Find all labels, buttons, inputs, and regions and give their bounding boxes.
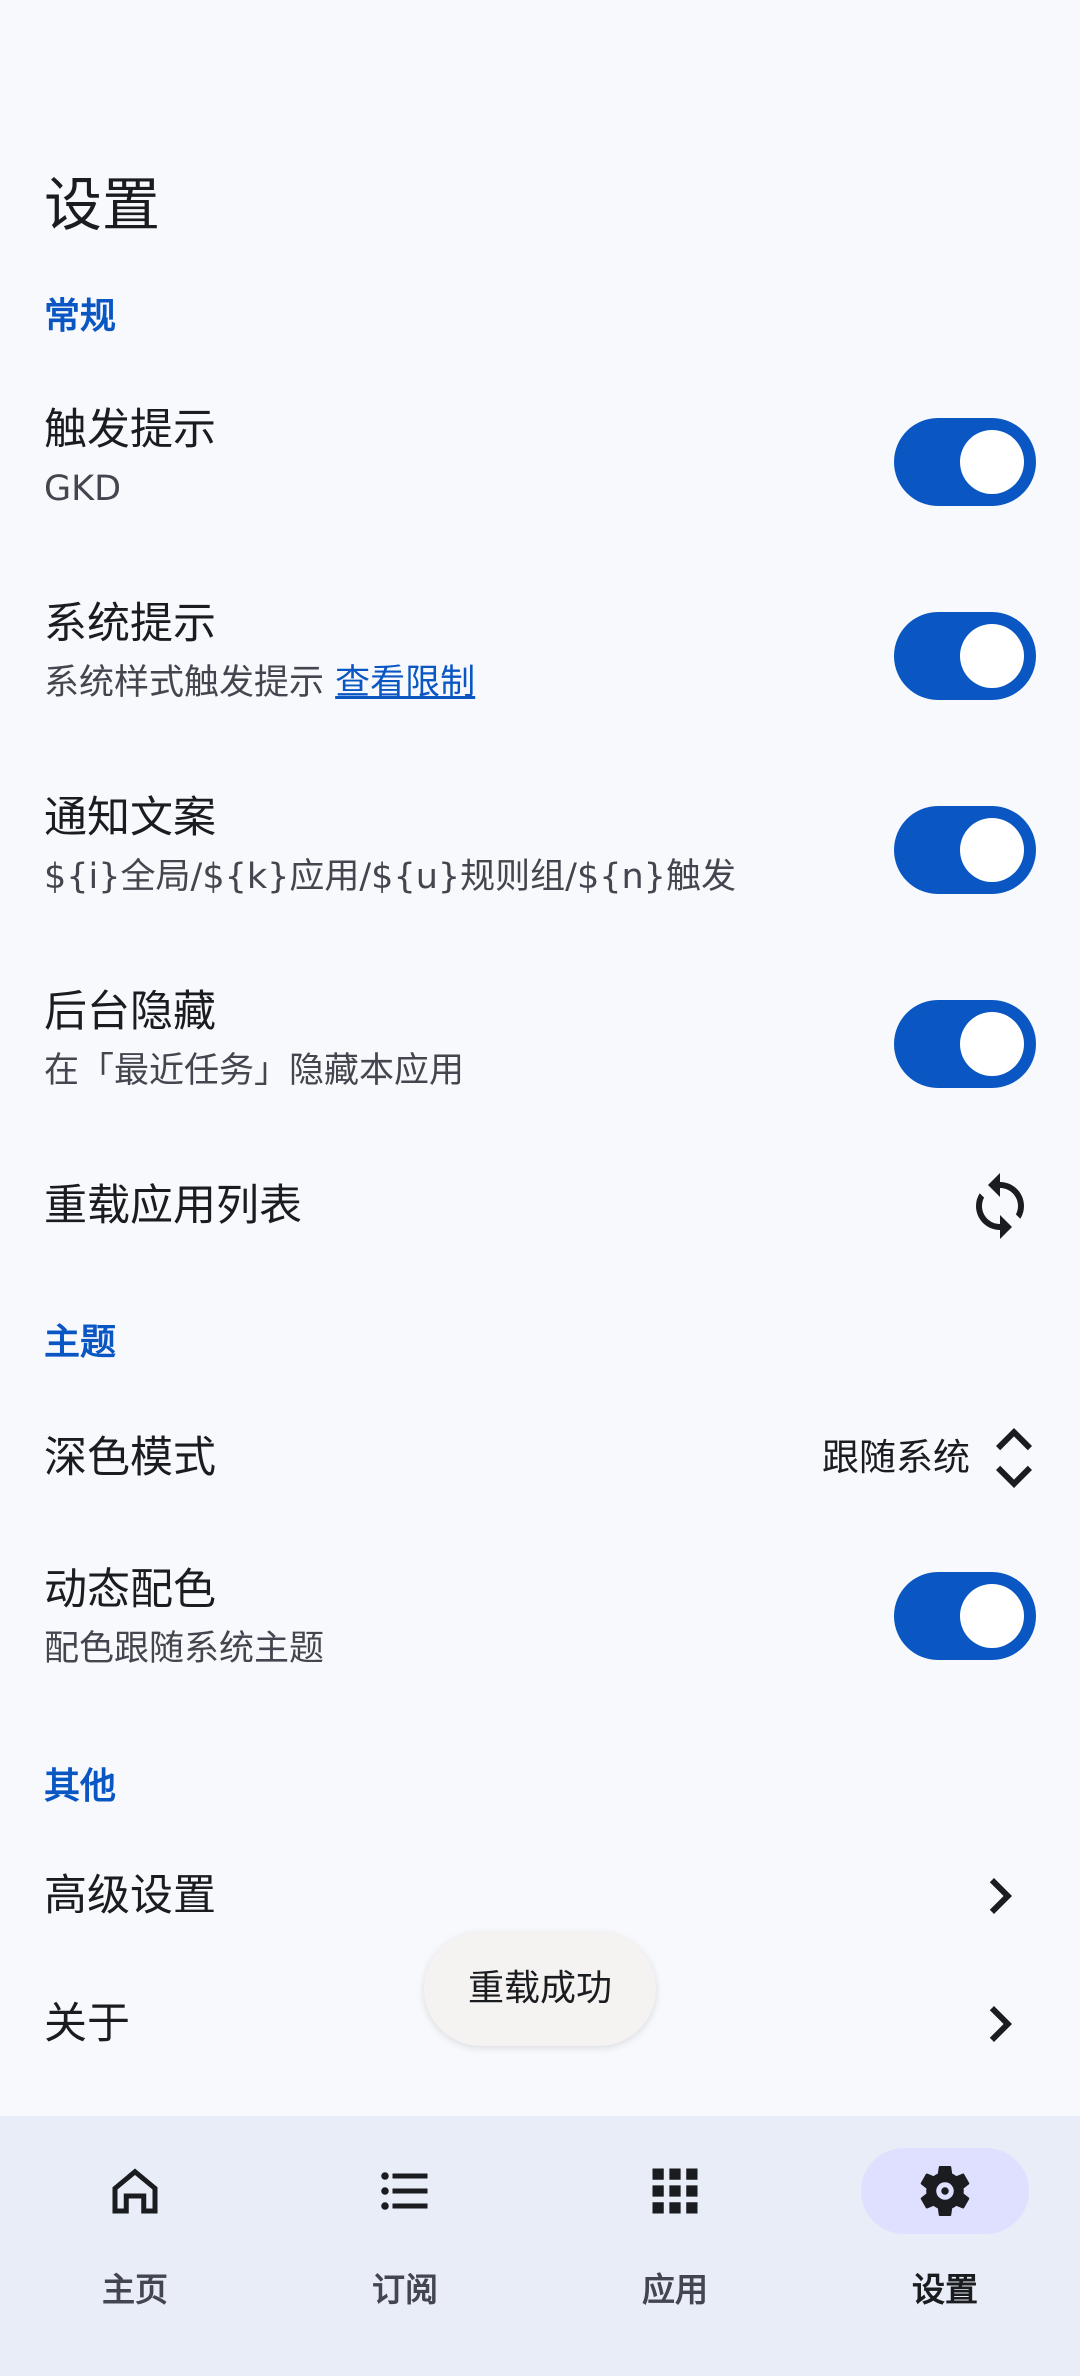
- setting-hide-background[interactable]: 后台隐藏 在「最近任务」隐藏本应用: [0, 982, 1080, 1102]
- toast-reload-success: 重载成功: [424, 1932, 656, 2046]
- setting-dynamic-color-sub: 配色跟随系统主题: [44, 1629, 325, 1669]
- setting-system-tip-label: 系统提示: [44, 599, 216, 649]
- setting-about-label: 关于: [44, 1999, 130, 2049]
- bottom-navigation: 主页 订阅 应用 设置: [0, 2116, 1080, 2376]
- nav-item-settings[interactable]: 设置: [810, 2116, 1080, 2376]
- gear-icon: [920, 2166, 970, 2216]
- setting-notify-text-label: 通知文案: [44, 793, 216, 843]
- notify-text-toggle[interactable]: [894, 806, 1036, 894]
- nav-label-settings: 设置: [912, 2270, 978, 2309]
- view-limits-link[interactable]: 查看限制: [335, 663, 475, 703]
- page-title: 设置: [44, 171, 161, 239]
- system-tip-sub-text: 系统样式触发提示: [44, 663, 325, 703]
- toggle-knob: [960, 1012, 1024, 1076]
- dark-mode-value[interactable]: 跟随系统: [822, 1428, 970, 1488]
- setting-reload-apps[interactable]: 重载应用列表: [0, 1170, 1080, 1242]
- dynamic-color-toggle[interactable]: [894, 1572, 1036, 1660]
- nav-item-home[interactable]: 主页: [0, 2116, 270, 2376]
- setting-dark-mode[interactable]: 深色模式 跟随系统: [0, 1422, 1080, 1494]
- setting-dynamic-color-label: 动态配色: [44, 1565, 216, 1615]
- toggle-knob: [960, 1584, 1024, 1648]
- setting-reload-apps-label: 重载应用列表: [44, 1181, 302, 1231]
- list-icon: [381, 2172, 428, 2210]
- setting-dynamic-color[interactable]: 动态配色 配色跟随系统主题: [0, 1560, 1080, 1680]
- chevron-right-icon: [989, 1878, 1012, 1914]
- setting-dark-mode-label: 深色模式: [44, 1433, 216, 1483]
- nav-item-apps[interactable]: 应用: [540, 2116, 810, 2376]
- section-theme-header: 主题: [44, 1322, 117, 1363]
- trigger-tip-toggle[interactable]: [894, 418, 1036, 506]
- section-general-header: 常规: [44, 296, 117, 337]
- nav-label-apps: 应用: [642, 2270, 708, 2309]
- apps-grid-icon: [652, 2168, 698, 2214]
- hide-background-toggle[interactable]: [894, 1000, 1036, 1088]
- nav-label-home: 主页: [102, 2270, 168, 2309]
- setting-hide-background-label: 后台隐藏: [44, 987, 216, 1037]
- refresh-icon[interactable]: [964, 1170, 1036, 1242]
- setting-system-tip-sub: 系统样式触发提示 查看限制: [44, 658, 475, 708]
- toggle-knob: [960, 624, 1024, 688]
- chevron-right-icon: [989, 2006, 1012, 2042]
- toggle-knob: [960, 818, 1024, 882]
- setting-notify-text[interactable]: 通知文案 ${i}全局/${k}应用/${u}规则组/${n}触发: [0, 788, 1080, 908]
- setting-advanced[interactable]: 高级设置: [0, 1860, 1080, 1932]
- system-tip-toggle[interactable]: [894, 612, 1036, 700]
- toggle-knob: [960, 430, 1024, 494]
- section-other-header: 其他: [44, 1766, 117, 1807]
- setting-advanced-label: 高级设置: [44, 1871, 216, 1921]
- nav-item-subscriptions[interactable]: 订阅: [270, 2116, 540, 2376]
- setting-trigger-tip-label: 触发提示: [44, 405, 216, 455]
- nav-label-subscriptions: 订阅: [372, 2270, 438, 2309]
- home-icon: [112, 2168, 158, 2214]
- setting-hide-background-sub: 在「最近任务」隐藏本应用: [44, 1051, 465, 1091]
- setting-trigger-tip[interactable]: 触发提示 GKD: [0, 400, 1080, 520]
- setting-system-tip[interactable]: 系统提示 系统样式触发提示 查看限制: [0, 594, 1080, 714]
- unfold-icon[interactable]: [978, 1422, 1050, 1494]
- setting-notify-text-sub: ${i}全局/${k}应用/${u}规则组/${n}触发: [44, 857, 736, 897]
- setting-trigger-tip-sub: GKD: [44, 469, 122, 509]
